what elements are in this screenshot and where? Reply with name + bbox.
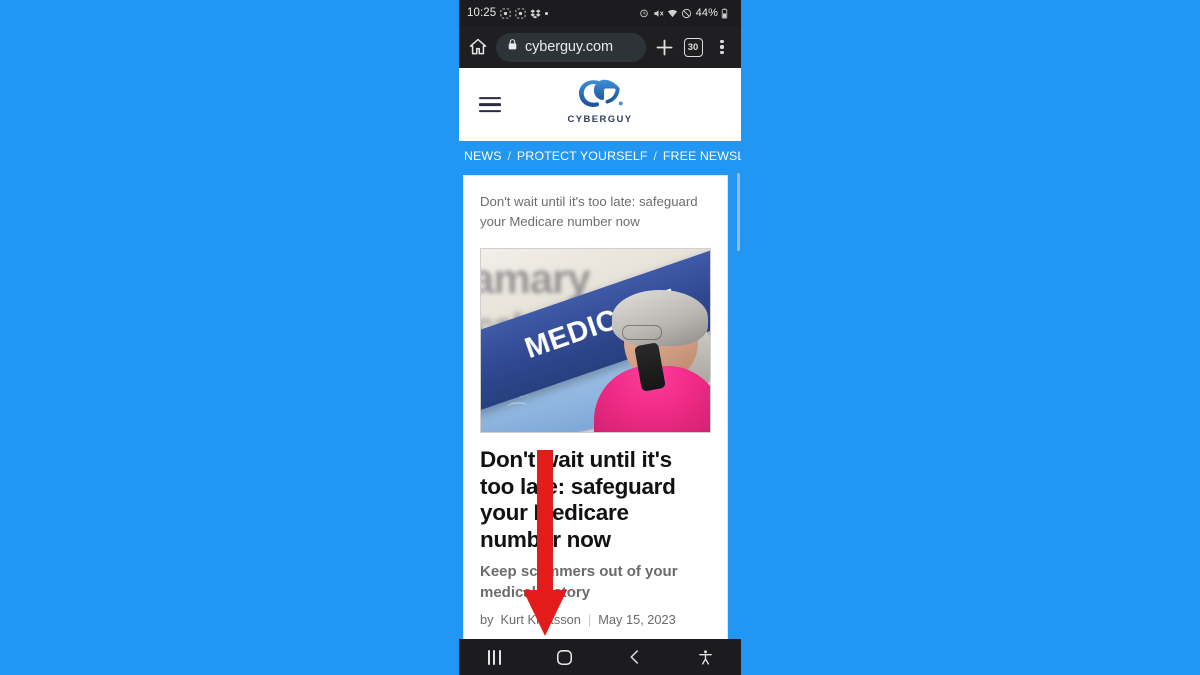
camera-privacy-icon: [500, 7, 511, 19]
status-bar-left: 10:25: [467, 7, 549, 19]
browser-toolbar: cyberguy.com 30: [459, 26, 741, 68]
overflow-menu-icon[interactable]: [711, 36, 733, 58]
breadcrumb-item-news[interactable]: NEWS: [464, 149, 502, 163]
mute-icon: [653, 8, 664, 19]
page-content: Don't wait until it's too late: safeguar…: [459, 171, 741, 675]
android-nav-bar: [459, 639, 741, 675]
tab-count-label: 30: [683, 37, 703, 57]
article-subhead: Keep scammers out of your medical histor…: [480, 563, 678, 601]
url-text[interactable]: cyberguy.com: [525, 39, 613, 55]
hero-person-figure: [594, 290, 710, 432]
status-bar-clock: 10:25: [467, 7, 497, 19]
logo-wordmark: CYBERGUY: [567, 114, 633, 125]
accessibility-icon[interactable]: [686, 644, 726, 670]
article-author[interactable]: Kurt Knutsson: [501, 612, 581, 627]
article-hero-image: amary cal MEDICARE HE MEDICARE: [480, 248, 711, 433]
battery-icon: [721, 7, 732, 19]
status-bar: 10:25 44%: [459, 0, 741, 26]
home-icon[interactable]: [545, 644, 585, 670]
breadcrumb-separator: /: [507, 149, 511, 163]
page-scrollbar[interactable]: [737, 173, 740, 251]
article-card: Don't wait until it's too late: safeguar…: [463, 175, 728, 675]
dropbox-icon: [530, 8, 541, 19]
back-icon[interactable]: [615, 644, 655, 670]
lock-icon: [506, 38, 519, 56]
alarm-icon: [639, 8, 650, 19]
battery-percent-label: 44%: [695, 7, 718, 19]
recents-icon[interactable]: [474, 644, 514, 670]
phone-screen: 10:25 44% cyberguy.com 30 CYBERGUY NEWS …: [459, 0, 741, 675]
breadcrumb: NEWS / PROTECT YOURSELF / FREE NEWSLETTE…: [459, 141, 741, 171]
dnd-icon: [681, 8, 692, 19]
new-tab-button[interactable]: [653, 36, 675, 58]
hamburger-menu-icon[interactable]: [479, 93, 501, 117]
tab-switcher-button[interactable]: 30: [682, 36, 704, 58]
article-date: May 15, 2023: [598, 612, 676, 627]
notification-dot-icon: [545, 11, 549, 15]
home-icon[interactable]: [467, 36, 489, 58]
wifi-icon: [667, 8, 678, 19]
cyberguy-cg-monogram: [578, 79, 623, 107]
site-header: CYBERGUY: [459, 68, 741, 141]
breadcrumb-separator: /: [653, 149, 657, 163]
article-headline: Don't wait until it's too late: safeguar…: [480, 447, 676, 552]
hero-blurred-text-primary: amary: [480, 255, 591, 302]
camera-privacy-icon: [515, 7, 526, 19]
breadcrumb-item-free-newsletter[interactable]: FREE NEWSLETTER: [663, 149, 741, 163]
byline-prefix: by: [480, 612, 494, 627]
byline-separator: |: [587, 612, 592, 627]
breadcrumb-item-protect-yourself[interactable]: PROTECT YOURSELF: [517, 149, 648, 163]
article-preview-title: Don't wait until it's too late: safeguar…: [480, 194, 698, 229]
url-bar[interactable]: cyberguy.com: [496, 32, 646, 62]
cyberguy-logo[interactable]: CYBERGUY: [567, 76, 632, 125]
article-byline: by Kurt Knutsson | May 15, 2023: [480, 612, 711, 627]
status-bar-right: 44%: [639, 7, 732, 19]
